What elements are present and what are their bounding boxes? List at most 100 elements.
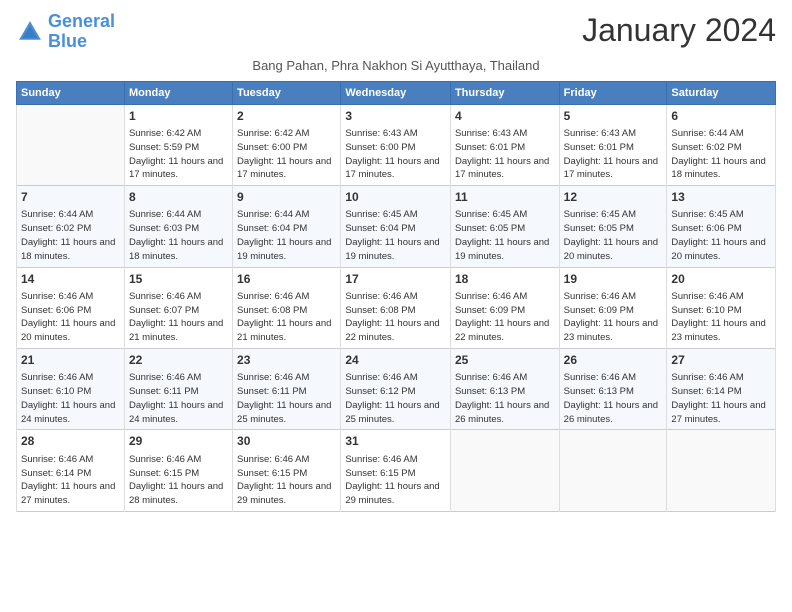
sunrise-text: Sunrise: 6:46 AM	[237, 290, 336, 304]
day-cell: 25Sunrise: 6:46 AMSunset: 6:13 PMDayligh…	[450, 348, 559, 429]
daylight-text: Daylight: 11 hours and 27 minutes.	[21, 480, 120, 508]
daylight-text: Daylight: 11 hours and 18 minutes.	[129, 236, 228, 264]
day-cell: 29Sunrise: 6:46 AMSunset: 6:15 PMDayligh…	[124, 430, 232, 511]
sunrise-text: Sunrise: 6:46 AM	[564, 290, 663, 304]
day-header-wednesday: Wednesday	[341, 81, 451, 104]
day-number: 13	[671, 189, 771, 206]
logo: General Blue	[16, 12, 115, 52]
page-container: General Blue January 2024 Bang Pahan, Ph…	[0, 0, 792, 520]
day-number: 4	[455, 108, 555, 125]
day-cell: 21Sunrise: 6:46 AMSunset: 6:10 PMDayligh…	[17, 348, 125, 429]
day-number: 8	[129, 189, 228, 206]
daylight-text: Daylight: 11 hours and 17 minutes.	[564, 155, 663, 183]
sunrise-text: Sunrise: 6:46 AM	[129, 290, 228, 304]
sunset-text: Sunset: 6:04 PM	[237, 222, 336, 236]
day-cell: 23Sunrise: 6:46 AMSunset: 6:11 PMDayligh…	[233, 348, 341, 429]
day-cell: 19Sunrise: 6:46 AMSunset: 6:09 PMDayligh…	[559, 267, 667, 348]
day-cell: 26Sunrise: 6:46 AMSunset: 6:13 PMDayligh…	[559, 348, 667, 429]
day-number: 14	[21, 271, 120, 288]
sunrise-text: Sunrise: 6:46 AM	[21, 453, 120, 467]
sunset-text: Sunset: 6:14 PM	[21, 467, 120, 481]
daylight-text: Daylight: 11 hours and 19 minutes.	[455, 236, 555, 264]
sunset-text: Sunset: 6:11 PM	[237, 385, 336, 399]
sunrise-text: Sunrise: 6:46 AM	[237, 371, 336, 385]
day-cell: 2Sunrise: 6:42 AMSunset: 6:00 PMDaylight…	[233, 104, 341, 185]
sunrise-text: Sunrise: 6:46 AM	[345, 453, 446, 467]
daylight-text: Daylight: 11 hours and 28 minutes.	[129, 480, 228, 508]
sunset-text: Sunset: 6:11 PM	[129, 385, 228, 399]
title-section: January 2024	[582, 12, 776, 49]
sunset-text: Sunset: 6:12 PM	[345, 385, 446, 399]
sunrise-text: Sunrise: 6:46 AM	[455, 290, 555, 304]
sunrise-text: Sunrise: 6:44 AM	[237, 208, 336, 222]
daylight-text: Daylight: 11 hours and 19 minutes.	[237, 236, 336, 264]
day-number: 25	[455, 352, 555, 369]
day-cell: 27Sunrise: 6:46 AMSunset: 6:14 PMDayligh…	[667, 348, 776, 429]
day-cell: 20Sunrise: 6:46 AMSunset: 6:10 PMDayligh…	[667, 267, 776, 348]
week-row-2: 7Sunrise: 6:44 AMSunset: 6:02 PMDaylight…	[17, 186, 776, 267]
sunrise-text: Sunrise: 6:45 AM	[345, 208, 446, 222]
sunset-text: Sunset: 6:10 PM	[21, 385, 120, 399]
day-cell: 3Sunrise: 6:43 AMSunset: 6:00 PMDaylight…	[341, 104, 451, 185]
day-number: 7	[21, 189, 120, 206]
daylight-text: Daylight: 11 hours and 25 minutes.	[237, 399, 336, 427]
sunset-text: Sunset: 6:02 PM	[21, 222, 120, 236]
daylight-text: Daylight: 11 hours and 21 minutes.	[237, 317, 336, 345]
daylight-text: Daylight: 11 hours and 18 minutes.	[671, 155, 771, 183]
sunset-text: Sunset: 6:10 PM	[671, 304, 771, 318]
day-number: 2	[237, 108, 336, 125]
day-header-monday: Monday	[124, 81, 232, 104]
day-header-tuesday: Tuesday	[233, 81, 341, 104]
day-cell: 1Sunrise: 6:42 AMSunset: 5:59 PMDaylight…	[124, 104, 232, 185]
day-number: 5	[564, 108, 663, 125]
day-cell: 9 Sunrise: 6:44 AMSunset: 6:04 PMDaylight…	[233, 186, 341, 267]
daylight-text: Daylight: 11 hours and 27 minutes.	[671, 399, 771, 427]
daylight-text: Daylight: 11 hours and 18 minutes.	[21, 236, 120, 264]
day-cell: 14Sunrise: 6:46 AMSunset: 6:06 PMDayligh…	[17, 267, 125, 348]
day-number: 9	[237, 189, 336, 206]
day-cell: 15Sunrise: 6:46 AMSunset: 6:07 PMDayligh…	[124, 267, 232, 348]
sunset-text: Sunset: 6:06 PM	[671, 222, 771, 236]
day-number: 17	[345, 271, 446, 288]
sunrise-text: Sunrise: 6:44 AM	[671, 127, 771, 141]
day-cell	[17, 104, 125, 185]
sunrise-text: Sunrise: 6:46 AM	[237, 453, 336, 467]
sunset-text: Sunset: 6:15 PM	[345, 467, 446, 481]
day-cell: 30Sunrise: 6:46 AMSunset: 6:15 PMDayligh…	[233, 430, 341, 511]
logo-line1: General	[48, 11, 115, 31]
day-cell: 12Sunrise: 6:45 AMSunset: 6:05 PMDayligh…	[559, 186, 667, 267]
daylight-text: Daylight: 11 hours and 17 minutes.	[129, 155, 228, 183]
daylight-text: Daylight: 11 hours and 29 minutes.	[237, 480, 336, 508]
sunrise-text: Sunrise: 6:42 AM	[237, 127, 336, 141]
sunset-text: Sunset: 6:05 PM	[564, 222, 663, 236]
day-cell	[450, 430, 559, 511]
sunrise-text: Sunrise: 6:46 AM	[129, 453, 228, 467]
day-number: 15	[129, 271, 228, 288]
day-number: 6	[671, 108, 771, 125]
sunrise-text: Sunrise: 6:46 AM	[345, 290, 446, 304]
day-number: 18	[455, 271, 555, 288]
sunrise-text: Sunrise: 6:46 AM	[345, 371, 446, 385]
day-cell: 6Sunrise: 6:44 AMSunset: 6:02 PMDaylight…	[667, 104, 776, 185]
logo-line2: Blue	[48, 31, 87, 51]
calendar-body: 1Sunrise: 6:42 AMSunset: 5:59 PMDaylight…	[17, 104, 776, 511]
daylight-text: Daylight: 11 hours and 22 minutes.	[345, 317, 446, 345]
day-number: 31	[345, 433, 446, 450]
day-cell: 5Sunrise: 6:43 AMSunset: 6:01 PMDaylight…	[559, 104, 667, 185]
daylight-text: Daylight: 11 hours and 20 minutes.	[564, 236, 663, 264]
sunset-text: Sunset: 6:00 PM	[237, 141, 336, 155]
sunrise-text: Sunrise: 6:46 AM	[129, 371, 228, 385]
day-cell: 28Sunrise: 6:46 AMSunset: 6:14 PMDayligh…	[17, 430, 125, 511]
day-header-thursday: Thursday	[450, 81, 559, 104]
calendar-table: SundayMondayTuesdayWednesdayThursdayFrid…	[16, 81, 776, 512]
day-cell: 24Sunrise: 6:46 AMSunset: 6:12 PMDayligh…	[341, 348, 451, 429]
sunset-text: Sunset: 6:08 PM	[237, 304, 336, 318]
day-number: 24	[345, 352, 446, 369]
day-number: 19	[564, 271, 663, 288]
sunrise-text: Sunrise: 6:45 AM	[671, 208, 771, 222]
sunset-text: Sunset: 6:01 PM	[455, 141, 555, 155]
daylight-text: Daylight: 11 hours and 23 minutes.	[564, 317, 663, 345]
day-cell: 11Sunrise: 6:45 AMSunset: 6:05 PMDayligh…	[450, 186, 559, 267]
sunset-text: Sunset: 6:15 PM	[237, 467, 336, 481]
day-number: 21	[21, 352, 120, 369]
